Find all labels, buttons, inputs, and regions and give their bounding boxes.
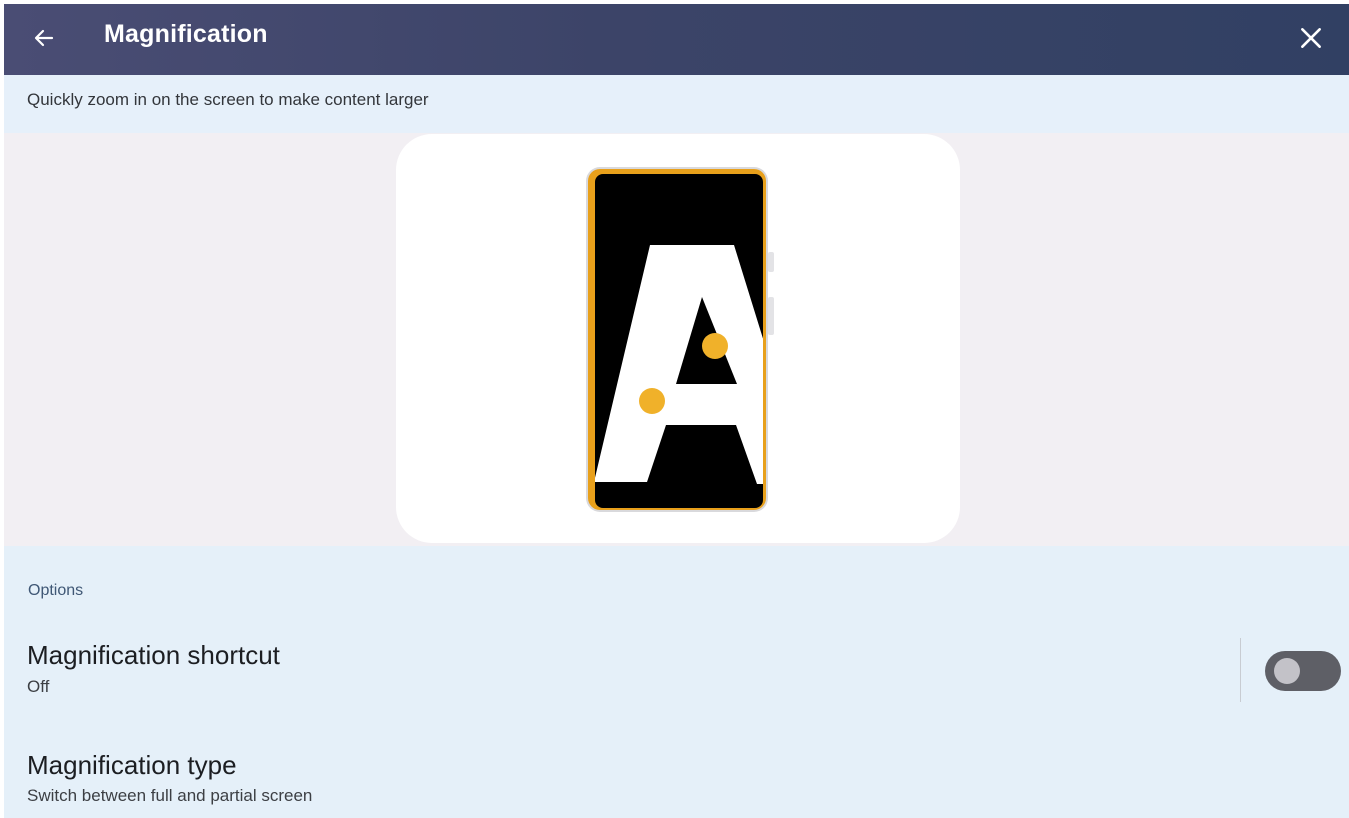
illustration-area bbox=[4, 133, 1349, 546]
magnification-type-row[interactable]: Magnification type Switch between full a… bbox=[4, 734, 1349, 818]
magnification-shortcut-status: Off bbox=[27, 677, 50, 696]
close-icon bbox=[1301, 28, 1321, 48]
row-divider bbox=[1240, 638, 1241, 702]
magnification-shortcut-row[interactable]: Magnification shortcut Off bbox=[4, 630, 1349, 710]
illustration-card bbox=[396, 134, 960, 543]
touch-point bbox=[639, 388, 665, 414]
magnification-type-subtitle: Switch between full and partial screen bbox=[27, 786, 313, 805]
options-section: Options Magnification shortcut Off Magni… bbox=[4, 546, 1349, 818]
magnification-type-title: Magnification type bbox=[27, 750, 237, 780]
back-button[interactable] bbox=[22, 16, 66, 60]
arrow-back-icon bbox=[34, 29, 54, 47]
phone-side-button bbox=[768, 252, 774, 272]
section-header-options: Options bbox=[28, 582, 84, 599]
page-description: Quickly zoom in on the screen to make co… bbox=[27, 90, 429, 109]
phone-side-button bbox=[768, 297, 774, 335]
settings-window: Magnification Quickly zoom in on the scr… bbox=[4, 4, 1349, 818]
touch-point bbox=[702, 333, 728, 359]
magnification-shortcut-toggle[interactable] bbox=[1265, 651, 1341, 691]
close-button[interactable] bbox=[1289, 16, 1333, 60]
toggle-knob bbox=[1274, 658, 1300, 684]
magnification-phone-illustration bbox=[586, 167, 774, 512]
description-band: Quickly zoom in on the screen to make co… bbox=[4, 75, 1349, 133]
top-app-bar: Magnification bbox=[4, 4, 1349, 75]
magnification-shortcut-title: Magnification shortcut bbox=[27, 640, 280, 670]
page-title: Magnification bbox=[104, 20, 268, 48]
